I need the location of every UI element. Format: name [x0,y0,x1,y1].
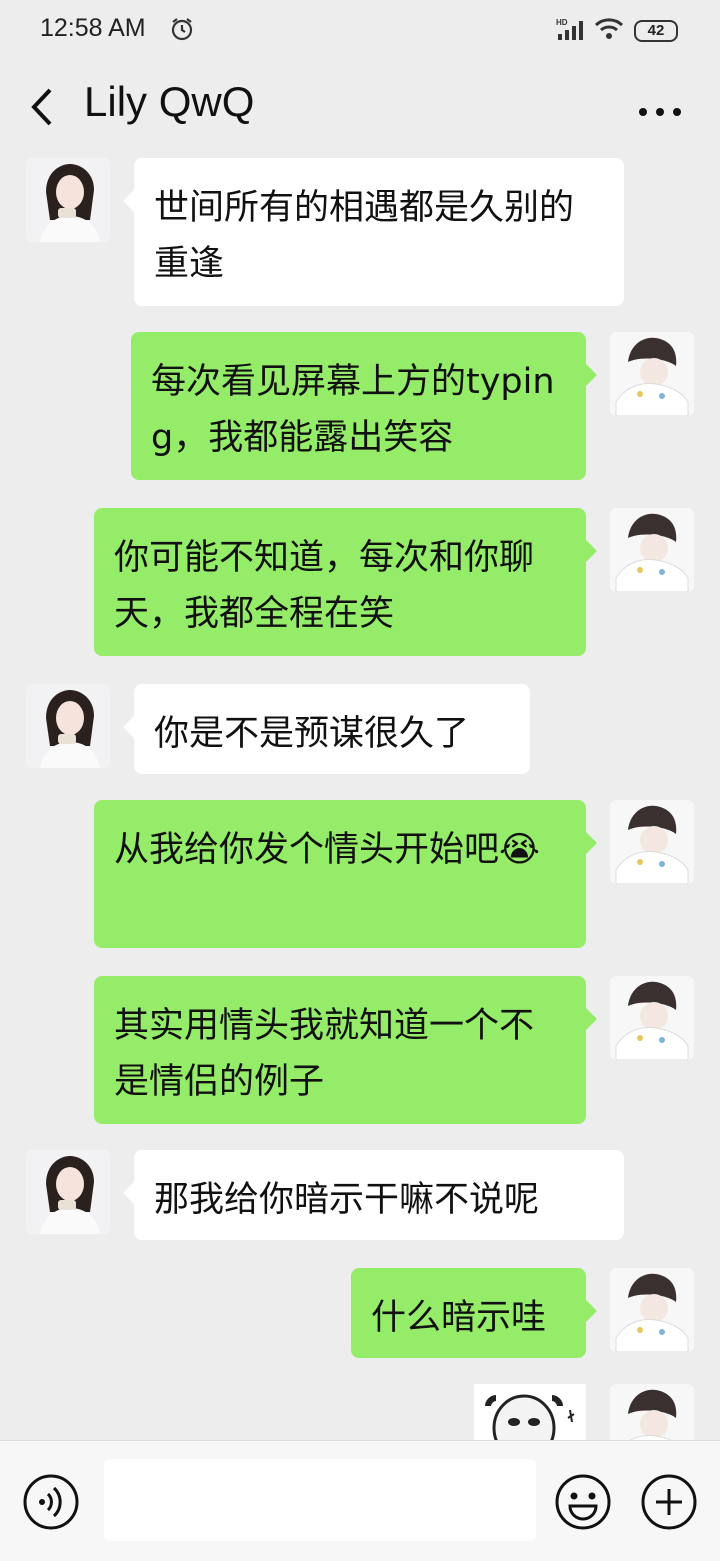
emoji-icon[interactable] [554,1473,612,1535]
more-icon[interactable] [638,102,682,121]
input-bar [0,1440,720,1561]
alarm-icon [170,16,194,46]
user-avatar[interactable] [610,976,694,1060]
message-bubble-outgoing[interactable]: 从我给你发个情头开始吧😭 [94,800,597,948]
signal-icon: HD [556,18,586,46]
user-avatar[interactable] [610,1384,694,1440]
message-bubble-outgoing[interactable]: 每次看见屏幕上方的typing，我都能露出笑容 [131,332,597,480]
message-bubble-incoming[interactable]: 那我给你暗示干嘛不说呢 [123,1150,624,1240]
message-bubble-outgoing[interactable]: 什么暗示哇 [351,1268,597,1358]
contact-avatar[interactable] [26,684,110,768]
wifi-icon [594,16,624,44]
user-avatar[interactable] [610,800,694,884]
plus-icon[interactable] [640,1473,698,1535]
back-arrow-icon[interactable] [28,86,56,132]
chat-title: Lily QwQ [84,78,255,125]
message-bubble-incoming[interactable]: 世间所有的相遇都是久别的重逢 [123,158,624,306]
message-text: 从我给你发个情头开始吧 [114,830,500,870]
message-bubble-incoming[interactable]: 你是不是预谋很久了 [123,684,530,774]
chat-header: Lily QwQ [0,62,720,152]
message-bubble-outgoing[interactable]: 你可能不知道，每次和你聊天，我都全程在笑 [94,508,597,656]
status-time: 12:58 AM [40,14,146,42]
contact-avatar[interactable] [26,158,110,242]
message-input[interactable] [104,1459,536,1541]
battery-icon: 42 [634,20,678,42]
crying-laughing-emoji: 😭 [499,830,540,870]
voice-icon[interactable] [22,1473,80,1535]
user-avatar[interactable] [610,332,694,416]
user-avatar[interactable] [610,1268,694,1352]
contact-avatar[interactable] [26,1150,110,1234]
chat-messages[interactable]: 世间所有的相遇都是久别的重逢 每次看见屏幕上方的typing，我都能露出笑容 你… [0,152,720,1440]
network-label: HD [556,18,568,27]
sticker-image[interactable] [474,1384,586,1440]
status-bar: 12:58 AM HD 42 [0,0,720,62]
message-bubble-outgoing[interactable]: 其实用情头我就知道一个不是情侣的例子 [94,976,597,1124]
user-avatar[interactable] [610,508,694,592]
